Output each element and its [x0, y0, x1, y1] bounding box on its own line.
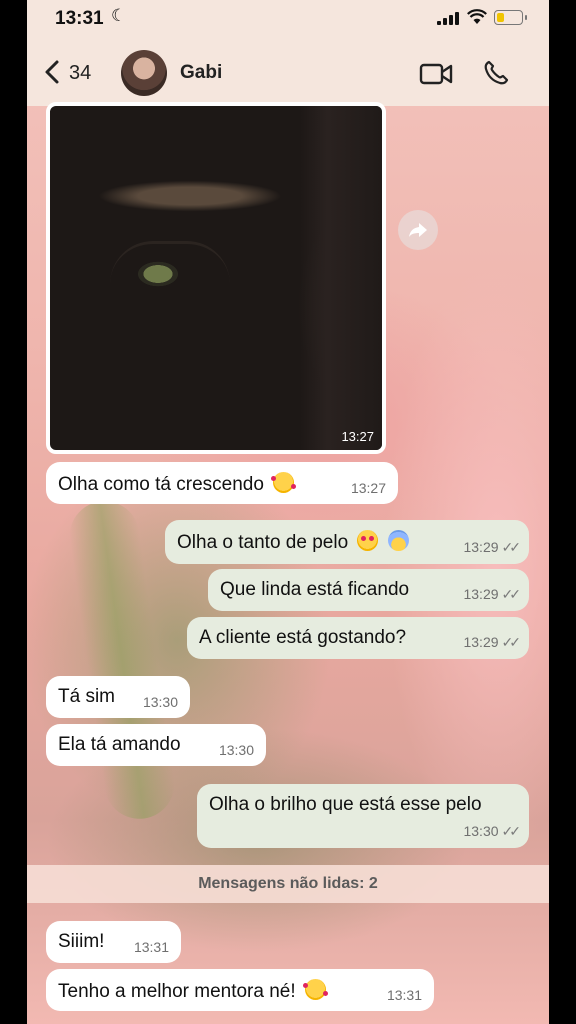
message-time: 13:27	[350, 480, 386, 496]
wifi-icon	[467, 9, 487, 30]
status-time: 13:31	[55, 8, 104, 29]
message-time: 13:27	[341, 429, 374, 444]
back-chevron-icon[interactable]	[39, 58, 67, 86]
forward-icon	[409, 223, 427, 237]
moon-icon: ☾	[111, 6, 127, 25]
chat-header: 34 Gabi	[27, 40, 549, 106]
battery-icon	[494, 10, 527, 25]
message-time: 13:30	[142, 694, 178, 710]
message-text: Olha o tanto de pelo	[177, 532, 349, 553]
message-text: Tenho a melhor mentora né!	[58, 981, 296, 1002]
message-bubble[interactable]: Siiim! 13:31	[46, 921, 181, 963]
contact-name[interactable]: Gabi	[180, 62, 222, 84]
message-time: 13:29 ✓✓	[463, 586, 522, 602]
wallpaper-decoration	[65, 496, 179, 824]
forward-button[interactable]	[398, 210, 438, 250]
message-text: A cliente está gostando?	[199, 627, 407, 648]
message-bubble[interactable]: Que linda está ficando 13:29 ✓✓	[208, 569, 529, 611]
message-bubble[interactable]: A cliente está gostando? 13:29 ✓✓	[187, 617, 529, 659]
signal-icon	[437, 12, 459, 25]
contact-avatar[interactable]	[121, 50, 167, 96]
read-ticks-icon: ✓✓	[501, 586, 522, 602]
message-text: Que linda está ficando	[220, 579, 410, 600]
smiling-face-with-hearts-icon	[271, 472, 297, 493]
message-text: Olha o brilho que está esse pelo	[209, 794, 482, 815]
photo-content	[110, 241, 230, 284]
status-bar: 13:31 ☾	[27, 0, 549, 40]
photo-message[interactable]: 13:27	[46, 102, 386, 454]
read-ticks-icon: ✓✓	[501, 539, 522, 555]
message-bubble[interactable]: Olha o tanto de pelo 13:29 ✓✓	[165, 520, 529, 564]
message-time: 13:31	[386, 987, 422, 1003]
message-bubble[interactable]: Ela tá amando 13:30	[46, 724, 266, 766]
video-call-icon[interactable]	[419, 62, 453, 86]
read-ticks-icon: ✓✓	[501, 823, 522, 839]
voice-call-icon[interactable]	[483, 60, 509, 86]
message-time: 13:29 ✓✓	[463, 539, 522, 555]
message-bubble[interactable]: Olha o brilho que está esse pelo 13:30 ✓✓	[197, 784, 529, 848]
photo-content	[300, 106, 382, 450]
message-time: 13:31	[133, 939, 169, 955]
smiling-face-with-hearts-icon	[302, 979, 328, 1000]
message-text: Siiim!	[58, 931, 105, 952]
message-text: Ela tá amando	[58, 734, 181, 755]
message-bubble[interactable]: Tá sim 13:30	[46, 676, 190, 718]
read-ticks-icon: ✓✓	[501, 634, 522, 650]
message-time: 13:30	[218, 742, 254, 758]
message-text: Tá sim	[58, 686, 115, 707]
message-bubble[interactable]: Olha como tá crescendo 13:27	[46, 462, 398, 504]
unread-chats-count[interactable]: 34	[69, 62, 91, 85]
unread-messages-divider: Mensagens não lidas: 2	[27, 865, 549, 903]
message-time: 13:29 ✓✓	[463, 634, 522, 650]
message-text: Olha como tá crescendo	[58, 474, 264, 495]
message-bubble[interactable]: Tenho a melhor mentora né! 13:31	[46, 969, 434, 1011]
heart-eyes-icon	[357, 530, 379, 551]
chat-screen: 13:31 ☾ 34 Gabi 13:27 Olha como tá cresc…	[27, 0, 549, 1024]
screaming-face-icon	[387, 530, 409, 551]
message-time: 13:30 ✓✓	[463, 823, 522, 839]
